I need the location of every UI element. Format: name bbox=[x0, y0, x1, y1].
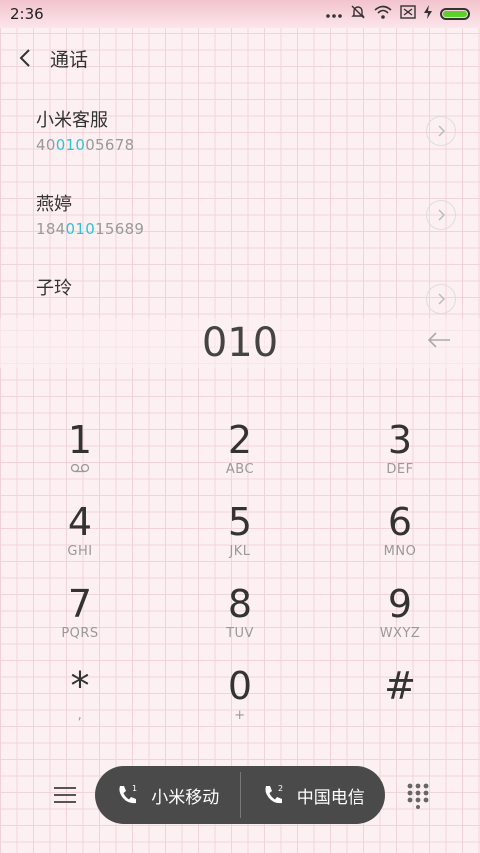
contact-detail-button[interactable] bbox=[426, 200, 456, 230]
contact-detail-button[interactable] bbox=[426, 284, 456, 314]
key-letters: GHI bbox=[67, 544, 93, 559]
chevron-right-icon bbox=[438, 293, 445, 305]
number-suffix: 15689 bbox=[95, 220, 145, 238]
key-digit: 9 bbox=[387, 582, 413, 626]
back-button[interactable] bbox=[0, 40, 50, 76]
contact-item[interactable]: 小米客服 4001005678 bbox=[36, 106, 456, 154]
more-dots-icon bbox=[326, 5, 342, 23]
key-letters: MNO bbox=[383, 544, 417, 559]
key-letters: ABC bbox=[225, 462, 255, 477]
key-3[interactable]: 3 DEF bbox=[320, 414, 480, 496]
dialpad-toggle-button[interactable] bbox=[400, 778, 436, 814]
status-bar: 2:36 bbox=[0, 0, 480, 28]
key-1[interactable]: 1 bbox=[0, 414, 160, 496]
svg-text:2: 2 bbox=[278, 784, 283, 793]
key-digit: # bbox=[384, 664, 416, 708]
key-7[interactable]: 7 PQRS bbox=[0, 578, 160, 660]
key-letters: PQRS bbox=[61, 626, 99, 641]
key-9[interactable]: 9 WXYZ bbox=[320, 578, 480, 660]
charging-icon bbox=[424, 5, 432, 23]
page-title: 通话 bbox=[50, 48, 89, 71]
backspace-arrow-icon bbox=[427, 332, 450, 348]
svg-text:1: 1 bbox=[132, 784, 137, 793]
key-letters: DEF bbox=[386, 462, 414, 477]
key-6[interactable]: 6 MNO bbox=[320, 496, 480, 578]
sim2-label: 中国电信 bbox=[296, 787, 365, 808]
key-letters: + bbox=[234, 708, 246, 723]
dialpad: 1 2 ABC 3 DEF 4 GHI 5 JKL 6 MNO 7 PQRS 8… bbox=[0, 414, 480, 742]
call-buttons: 1 小米移动 2 中国电信 bbox=[95, 766, 385, 824]
call-sim1-button[interactable]: 1 小米移动 bbox=[95, 766, 240, 824]
menu-button[interactable] bbox=[48, 778, 82, 812]
status-icons bbox=[326, 4, 470, 24]
key-digit: 6 bbox=[387, 500, 413, 544]
contact-detail-button[interactable] bbox=[426, 116, 456, 146]
call-sim2-button[interactable]: 2 中国电信 bbox=[241, 766, 386, 824]
number-match: 010 bbox=[65, 220, 96, 238]
contact-name: 子玲 bbox=[36, 278, 72, 299]
key-letters: , bbox=[77, 708, 83, 723]
key-letters: JKL bbox=[229, 544, 251, 559]
key-digit: 4 bbox=[67, 500, 93, 544]
backspace-button[interactable] bbox=[426, 330, 454, 352]
key-4[interactable]: 4 GHI bbox=[0, 496, 160, 578]
menu-icon bbox=[54, 787, 76, 803]
contact-number: 18401015689 bbox=[36, 220, 456, 238]
key-digit: 0 bbox=[227, 664, 253, 708]
header: 通话 bbox=[0, 40, 480, 76]
key-digit: 2 bbox=[227, 418, 253, 462]
number-prefix: 184 bbox=[36, 220, 66, 238]
number-match: 010 bbox=[55, 136, 86, 154]
key-star[interactable]: * , bbox=[0, 660, 160, 742]
contact-name: 燕婷 bbox=[36, 194, 72, 215]
number-suffix: 05678 bbox=[85, 136, 135, 154]
contact-item[interactable]: 燕婷 18401015689 bbox=[36, 190, 456, 238]
key-digit: * bbox=[70, 664, 90, 708]
bottom-bar: 1 小米移动 2 中国电信 bbox=[0, 764, 480, 826]
key-letters: TUV bbox=[226, 626, 254, 641]
key-digit: 3 bbox=[387, 418, 413, 462]
key-5[interactable]: 5 JKL bbox=[160, 496, 320, 578]
dialed-number: 010 bbox=[0, 318, 480, 368]
key-digit: 7 bbox=[67, 582, 93, 626]
phone-sim1-icon: 1 bbox=[119, 784, 137, 804]
no-sim-icon bbox=[400, 5, 416, 23]
contact-item[interactable]: 子玲 bbox=[36, 274, 456, 314]
contact-name: 小米客服 bbox=[36, 110, 108, 131]
contact-number: 4001005678 bbox=[36, 136, 456, 154]
key-2[interactable]: 2 ABC bbox=[160, 414, 320, 496]
key-digit: 5 bbox=[227, 500, 253, 544]
wifi-icon bbox=[374, 5, 392, 23]
chevron-left-icon bbox=[19, 49, 30, 67]
key-hash[interactable]: # bbox=[320, 660, 480, 742]
key-digit: 8 bbox=[227, 582, 253, 626]
sim1-label: 小米移动 bbox=[151, 787, 220, 808]
key-digit: 1 bbox=[67, 418, 93, 462]
key-0[interactable]: 0 + bbox=[160, 660, 320, 742]
phone-sim2-icon: 2 bbox=[265, 784, 283, 804]
dialpad-grid-icon bbox=[407, 783, 429, 809]
key-8[interactable]: 8 TUV bbox=[160, 578, 320, 660]
chevron-right-icon bbox=[438, 209, 445, 221]
key-letters: WXYZ bbox=[379, 626, 421, 641]
voicemail-icon bbox=[70, 462, 90, 478]
status-time: 2:36 bbox=[10, 5, 44, 23]
battery-icon bbox=[440, 8, 470, 20]
bell-muted-icon bbox=[350, 4, 366, 24]
number-prefix: 40 bbox=[36, 136, 56, 154]
chevron-right-icon bbox=[438, 125, 445, 137]
